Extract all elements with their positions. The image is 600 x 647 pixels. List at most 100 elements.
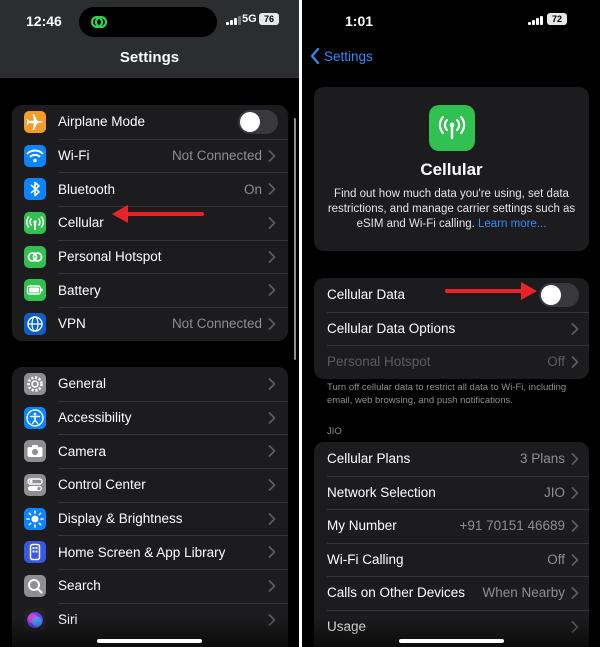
row-label: Calls on Other Devices — [327, 585, 466, 601]
row-value: On — [243, 181, 262, 197]
annotation-arrow — [445, 282, 537, 300]
row-label: Network Selection — [327, 484, 436, 500]
chevron-right-icon — [268, 250, 276, 263]
settings-row[interactable]: Calls on Other Devices When Nearby — [314, 576, 589, 610]
row-label: Display & Brightness — [58, 511, 183, 527]
battery-indicator: 72 — [547, 13, 567, 25]
status-time: 1:01 — [345, 13, 374, 29]
cellular-info-card: Cellular Find out how much data you're u… — [314, 87, 589, 251]
settings-row[interactable]: General — [12, 367, 288, 401]
row-label: Cellular — [58, 215, 104, 231]
chevron-right-icon — [571, 520, 579, 532]
page-title: Settings — [119, 49, 180, 66]
row-label: Wi-Fi — [58, 148, 90, 164]
card-title: Cellular — [420, 160, 483, 179]
row-value: Not Connected — [171, 148, 262, 164]
antenna-icon — [429, 105, 475, 151]
settings-row[interactable]: VPN Not Connected — [12, 307, 288, 341]
row-label: Accessibility — [58, 410, 132, 426]
row-label: My Number — [327, 518, 397, 534]
general-group: General Accessibility Camera Control Center… — [12, 367, 288, 647]
cellular-data-toggle[interactable] — [539, 283, 579, 307]
signal-icon — [226, 15, 241, 25]
chevron-right-icon — [571, 356, 579, 368]
settings-row[interactable]: My Number +91 70151 46689 — [314, 509, 589, 543]
chevron-right-icon — [268, 445, 276, 458]
row-label: Battery — [58, 282, 101, 298]
settings-row: Personal Hotspot Off — [314, 345, 589, 379]
chevron-right-icon — [268, 546, 276, 559]
cellular-data-footnote: Turn off cellular data to restrict all d… — [327, 382, 567, 406]
battery-icon — [24, 279, 46, 302]
dynamic-island — [79, 7, 217, 37]
learn-more-link[interactable]: Learn more... — [478, 218, 546, 230]
chevron-right-icon — [268, 183, 276, 196]
settings-row[interactable]: Bluetooth On — [12, 172, 288, 206]
settings-row[interactable]: Home Screen & App Library — [12, 535, 288, 569]
settings-row[interactable]: Control Center — [12, 468, 288, 502]
hotspot-link-icon — [24, 245, 46, 268]
gear-icon — [24, 372, 46, 395]
settings-row[interactable]: Battery — [12, 273, 288, 307]
settings-row[interactable]: Wi-Fi Not Connected — [12, 138, 288, 173]
settings-row[interactable]: Wi-Fi Calling Off — [314, 542, 589, 577]
settings-row[interactable]: Accessibility — [12, 400, 288, 435]
status-time: 12:46 — [26, 13, 62, 29]
bluetooth-icon — [24, 178, 46, 201]
chevron-right-icon — [268, 411, 276, 424]
chevron-right-icon — [268, 149, 276, 162]
chevron-right-icon — [571, 553, 579, 566]
home-indicator[interactable] — [97, 639, 202, 643]
row-label: Home Screen & App Library — [58, 544, 226, 560]
camera-icon — [24, 440, 46, 463]
card-description: Find out how much data you're using, set… — [327, 188, 576, 230]
home-indicator[interactable] — [399, 639, 504, 643]
back-label: Settings — [324, 48, 373, 64]
scroll-indicator — [294, 118, 296, 360]
left-screen: 12:46 5G 76 Settings Airplane Mode Wi-Fi N… — [0, 0, 299, 647]
row-value: 3 Plans — [519, 451, 565, 467]
row-label: VPN — [58, 316, 86, 332]
switches-icon — [24, 473, 46, 496]
chevron-left-icon — [310, 48, 320, 64]
battery-indicator: 76 — [259, 13, 279, 25]
antenna-icon — [24, 211, 46, 234]
chevron-right-icon — [571, 486, 579, 499]
chevron-right-icon — [268, 512, 276, 525]
row-label: Wi-Fi Calling — [327, 551, 404, 567]
row-label: Control Center — [58, 477, 146, 493]
settings-row[interactable]: Airplane Mode — [12, 105, 288, 139]
signal-icon — [528, 15, 543, 25]
section-header: JIO — [327, 426, 342, 437]
status-bar: 1:01 72 — [302, 0, 600, 44]
settings-row[interactable]: Search — [12, 569, 288, 603]
row-label: Cellular Data — [327, 287, 406, 303]
settings-row[interactable]: Cellular Data — [314, 278, 589, 312]
globe-icon — [24, 312, 46, 335]
settings-row[interactable]: Personal Hotspot — [12, 239, 288, 274]
row-label: Cellular Plans — [327, 451, 411, 467]
chevron-right-icon — [268, 378, 276, 390]
settings-row[interactable]: Cellular Plans 3 Plans — [314, 442, 589, 476]
settings-row[interactable]: Display & Brightness — [12, 501, 288, 536]
accessibility-icon — [24, 406, 46, 429]
home-screen-icon — [24, 541, 46, 564]
wifi-icon — [24, 144, 46, 167]
row-label: Search — [58, 578, 101, 594]
row-value: When Nearby — [482, 585, 565, 601]
row-label: Cellular Data Options — [327, 320, 456, 336]
settings-row[interactable]: Camera — [12, 434, 288, 468]
chevron-right-icon — [268, 318, 276, 331]
settings-row[interactable]: Cellular Data Options — [314, 311, 589, 346]
row-label: Airplane Mode — [58, 114, 146, 130]
network-type: 5G — [242, 13, 257, 25]
chevron-right-icon — [571, 587, 579, 599]
right-screen: 1:01 72 Settings Cellular Find out how m… — [302, 0, 600, 647]
back-button[interactable]: Settings — [310, 48, 373, 64]
airplane-icon — [24, 110, 46, 133]
settings-row[interactable]: Network Selection JIO — [314, 475, 589, 510]
search-icon — [24, 574, 46, 597]
airplane-mode-toggle[interactable] — [238, 110, 278, 134]
status-bar: 12:46 5G 76 — [0, 0, 299, 44]
row-value: +91 70151 46689 — [459, 518, 565, 534]
